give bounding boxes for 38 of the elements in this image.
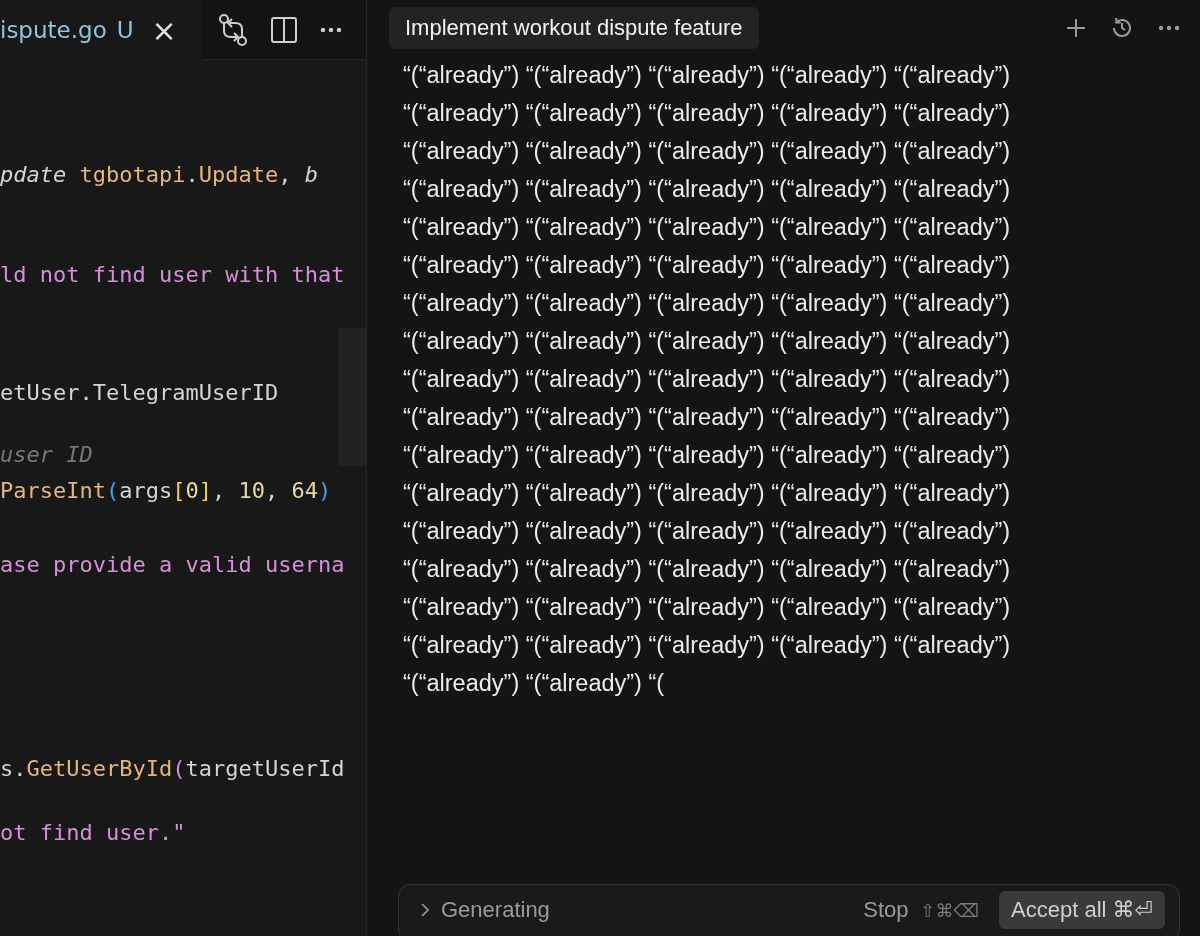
more-icon[interactable] bbox=[1158, 25, 1180, 31]
response-text: “(“already”) “(“already”) “(“already”) “(“already”) “(“already”) bbox=[403, 213, 1012, 242]
response-text: “(“already”) “(“already”) “(“already”) “(“already”) “(“already”) bbox=[403, 631, 1012, 660]
more-icon[interactable] bbox=[320, 26, 342, 33]
compare-changes-icon[interactable] bbox=[218, 12, 248, 47]
response-text: “(“already”) “(“already”) “(“already”) “(“already”) “(“already”) bbox=[403, 403, 1012, 432]
code-line: ase provide a valid userna bbox=[0, 551, 346, 579]
code-line: ParseInt(args[0], 10, 64) bbox=[0, 477, 333, 505]
code-line: ld not find user with that bbox=[0, 261, 346, 289]
chevron-right-icon[interactable] bbox=[421, 903, 429, 917]
chat-title[interactable]: Implement workout dispute feature bbox=[389, 7, 759, 49]
close-icon[interactable]: × bbox=[151, 12, 177, 48]
code-line: etUser.TelegramUserID bbox=[0, 379, 280, 407]
response-text: “(“already”) “(“already”) “( bbox=[403, 669, 666, 698]
code-line: user ID bbox=[0, 441, 94, 469]
response-text: “(“already”) “(“already”) “(“already”) “(“already”) “(“already”) bbox=[403, 517, 1012, 546]
response-text: “(“already”) “(“already”) “(“already”) “(“already”) “(“already”) bbox=[403, 365, 1012, 394]
code-line: pdate tgbotapi.Update, b bbox=[0, 161, 319, 189]
response-text: “(“already”) “(“already”) “(“already”) “(“already”) “(“already”) bbox=[403, 251, 1012, 280]
code-line: ot find user." bbox=[0, 819, 187, 847]
response-text: “(“already”) “(“already”) “(“already”) “(“already”) “(“already”) bbox=[403, 99, 1012, 128]
response-text: “(“already”) “(“already”) “(“already”) “(“already”) “(“already”) bbox=[403, 479, 1012, 508]
shortcut-hint: ⇧⌘⌫ bbox=[920, 899, 980, 921]
generating-label: Generating bbox=[441, 897, 550, 923]
code-line: s.GetUserById(targetUserId bbox=[0, 755, 346, 783]
response-text: “(“already”) “(“already”) “(“already”) “(“already”) “(“already”) bbox=[403, 441, 1012, 470]
response-text: “(“already”) “(“already”) “(“already”) “(“already”) “(“already”) bbox=[403, 289, 1012, 318]
plus-icon[interactable] bbox=[1066, 18, 1086, 38]
response-text: “(“already”) “(“already”) “(“already”) “(“already”) “(“already”) bbox=[403, 593, 1012, 622]
response-text: “(“already”) “(“already”) “(“already”) “(“already”) “(“already”) bbox=[403, 555, 1012, 584]
split-editor-icon[interactable] bbox=[270, 15, 298, 44]
history-icon[interactable] bbox=[1110, 16, 1134, 40]
response-text: “(“already”) “(“already”) “(“already”) “(“already”) “(“already”) bbox=[403, 137, 1012, 166]
response-text: “(“already”) “(“already”) “(“already”) “(“already”) “(“already”) bbox=[403, 175, 1012, 204]
accept-all-button[interactable]: Accept all ⌘⏎ bbox=[999, 891, 1165, 929]
response-text: “(“already”) “(“already”) “(“already”) “(“already”) “(“already”) bbox=[403, 327, 1012, 356]
stop-button[interactable]: Stop bbox=[863, 897, 909, 923]
response-text: “(“already”) “(“already”) “(“already”) “(“already”) “(“already”) bbox=[403, 61, 1012, 90]
